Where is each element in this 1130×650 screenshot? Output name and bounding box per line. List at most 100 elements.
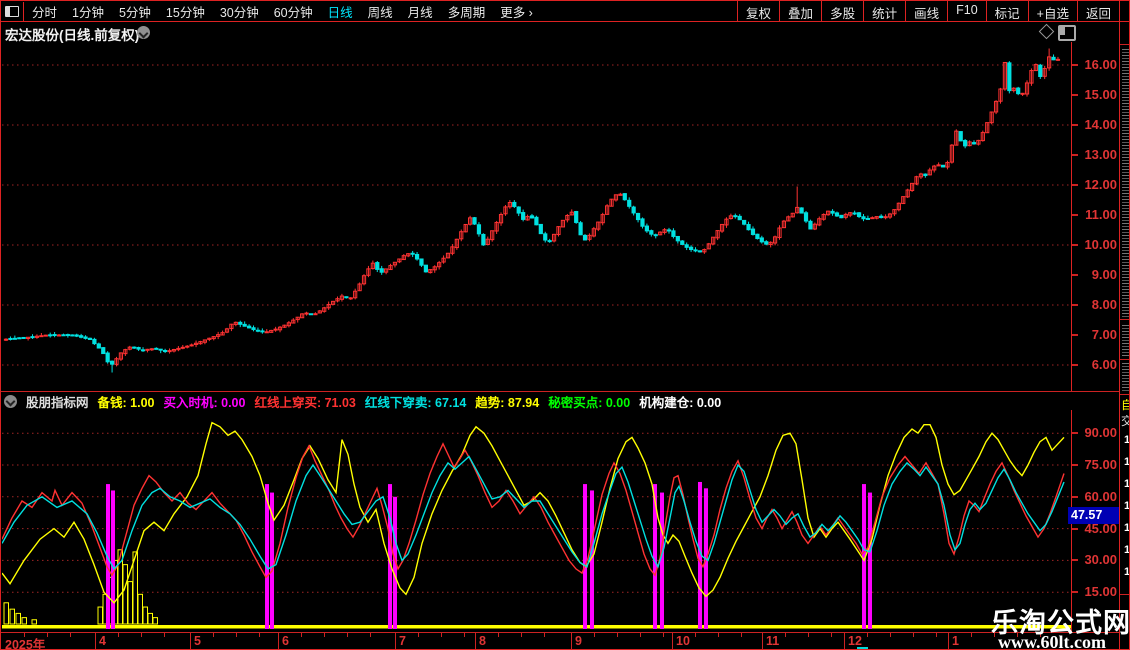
candle-body (61, 334, 66, 337)
minor-tick (70, 633, 71, 637)
tab-分时[interactable]: 分时 (32, 2, 57, 21)
histogram-bar (137, 593, 143, 625)
candle-body (1051, 56, 1056, 61)
button-复权[interactable]: 复权 (737, 1, 779, 21)
candle-body (746, 224, 751, 231)
strip-glyph: 交 (1121, 415, 1129, 428)
candle-body (971, 142, 977, 145)
tab-更多 ›[interactable]: 更多 › (500, 2, 533, 21)
diamond-icon[interactable] (1038, 23, 1055, 40)
month-label: 8 (479, 634, 486, 648)
minor-tick (441, 633, 442, 637)
split-window-icon (5, 5, 19, 17)
minor-tick (867, 633, 868, 637)
candle-body (538, 223, 543, 235)
candle-body (671, 230, 676, 237)
button-F10[interactable]: F10 (947, 1, 986, 21)
button-叠加[interactable]: 叠加 (779, 1, 821, 21)
candle-body (627, 199, 632, 207)
button-多股[interactable]: 多股 (821, 1, 863, 21)
histogram-bar (147, 612, 153, 625)
candle-body (649, 230, 654, 235)
candle-body (543, 233, 548, 241)
candle-body (940, 164, 946, 168)
tab-60分钟[interactable]: 60分钟 (274, 2, 313, 21)
candle-body (92, 338, 97, 345)
candle-body (132, 346, 137, 349)
candle-body (883, 216, 888, 219)
histogram-bar (15, 612, 21, 625)
month-label: 7 (399, 634, 406, 648)
button-统计[interactable]: 统计 (863, 1, 905, 21)
tab-周线[interactable]: 周线 (368, 2, 393, 21)
minor-tick (544, 633, 545, 637)
minor-tick (617, 633, 618, 637)
candle-body (136, 347, 141, 350)
indicator-collapse-icon[interactable] (4, 395, 17, 408)
series-趋势 (2, 421, 1065, 604)
minor-tick (831, 633, 832, 637)
title-dropdown-icon[interactable] (137, 26, 150, 39)
strip-digit: 1 (1124, 434, 1130, 446)
price-label: 6.00 (1091, 357, 1117, 372)
tab-1分钟[interactable]: 1分钟 (72, 2, 104, 21)
button-+自选[interactable]: +自选 (1027, 1, 1077, 21)
candle-body (96, 343, 101, 349)
minor-tick (164, 633, 165, 637)
period-tab-list: 分时 1分钟 5分钟 15分钟 30分钟 60分钟 日线 周线 月线 多周期 更多 › (24, 2, 533, 21)
series-红线上穿买 (2, 442, 1065, 579)
tab-多周期[interactable]: 多周期 (448, 2, 486, 21)
axis-tick (1072, 94, 1078, 96)
baseline-band (2, 625, 1071, 629)
price-label: 7.00 (1091, 327, 1117, 342)
candle-body (149, 348, 154, 351)
candle-body (803, 212, 809, 222)
month-separator (95, 633, 96, 649)
candle-body (410, 252, 415, 255)
candle-body (1055, 58, 1061, 61)
histogram-bar (3, 602, 9, 625)
indicator-value-label: 60.00 (1084, 488, 1117, 504)
indicator-param: 机构建仓: 0.00 (639, 396, 722, 410)
pane-toggle-icon[interactable] (1058, 25, 1076, 41)
axis-tick (1072, 334, 1078, 336)
price-label: 10.00 (1084, 237, 1117, 252)
candle-body (158, 348, 163, 351)
tab-15分钟[interactable]: 15分钟 (166, 2, 205, 21)
right-side-strip[interactable]: 自 交 1 1 1 1 1 1 1 (1119, 1, 1130, 649)
candle-body (865, 217, 870, 220)
candle-body (109, 360, 115, 365)
candle-body (260, 330, 265, 333)
candle-body (852, 212, 857, 215)
tab-5分钟[interactable]: 5分钟 (119, 2, 151, 21)
candle-body (145, 348, 150, 351)
candle-body (65, 334, 70, 337)
tab-30分钟[interactable]: 30分钟 (220, 2, 259, 21)
candlestick-chart[interactable] (2, 42, 1072, 391)
minor-tick (594, 633, 595, 637)
down-candles (8, 54, 1056, 373)
strip-texture (1122, 323, 1129, 357)
window-layout-button[interactable] (1, 1, 24, 21)
month-separator (672, 633, 673, 649)
candle-body (43, 334, 48, 337)
minor-tick (141, 633, 142, 637)
tab-月线[interactable]: 月线 (408, 2, 433, 21)
watermark-url: www.60lt.com (998, 632, 1106, 650)
candle-body (578, 222, 583, 236)
button-返回[interactable]: 返回 (1076, 1, 1120, 21)
button-画线[interactable]: 画线 (905, 1, 947, 21)
stock-app-window: 分时 1分钟 5分钟 15分钟 30分钟 60分钟 日线 周线 月线 多周期 更多 › 复权 叠加 多股… (0, 0, 1130, 650)
candle-body (750, 228, 756, 235)
indicator-chart[interactable] (2, 410, 1072, 632)
candle-body (834, 212, 840, 217)
button-标记[interactable]: 标记 (985, 1, 1028, 21)
indicator-param: 备钱: 1.00 (97, 396, 155, 410)
candle-body (414, 253, 420, 260)
tab-日线[interactable]: 日线 (328, 2, 353, 21)
axis-tick (1072, 495, 1078, 498)
candle-body (79, 335, 84, 338)
candle-body (8, 337, 13, 340)
month-separator (844, 633, 845, 649)
strip-digit: 1 (1124, 500, 1130, 512)
